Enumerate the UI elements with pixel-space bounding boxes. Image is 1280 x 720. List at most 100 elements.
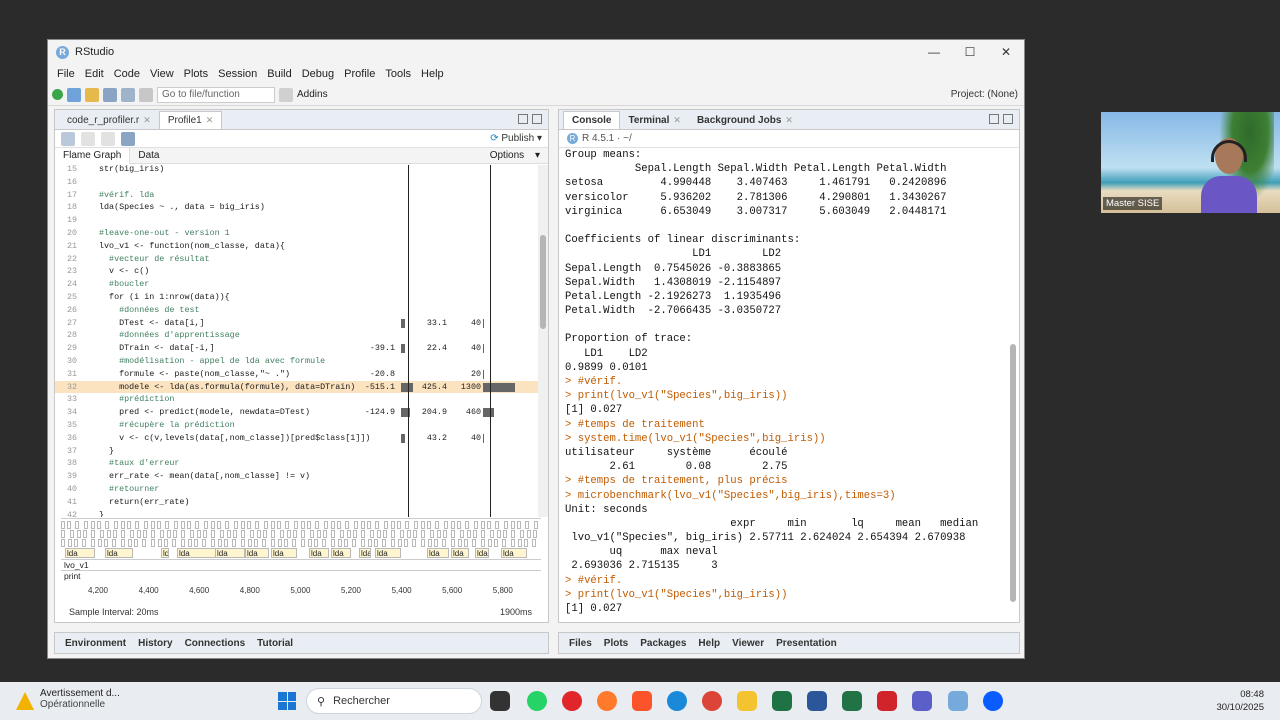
flame-frame[interactable] bbox=[427, 521, 431, 529]
flame-frame[interactable] bbox=[391, 521, 395, 529]
flame-frame[interactable] bbox=[347, 530, 351, 538]
tab-viewer[interactable]: Viewer bbox=[726, 638, 770, 649]
flame-frame[interactable] bbox=[241, 521, 245, 529]
flame-frame[interactable] bbox=[227, 530, 231, 538]
flame-frame[interactable] bbox=[137, 530, 141, 538]
flame-frame[interactable] bbox=[442, 539, 446, 547]
flame-frame[interactable] bbox=[257, 530, 261, 538]
flame-frame[interactable] bbox=[61, 539, 65, 547]
tab-plots[interactable]: Plots bbox=[598, 638, 634, 649]
flame-frame[interactable] bbox=[481, 521, 485, 529]
addins-menu[interactable]: Addins bbox=[297, 89, 328, 100]
flame-frame[interactable] bbox=[280, 530, 284, 538]
flame-frame[interactable] bbox=[114, 521, 118, 529]
flame-frame-lda[interactable]: lda bbox=[451, 548, 469, 558]
flame-frame[interactable] bbox=[310, 530, 314, 538]
console-output[interactable]: Group means: Sepal.Length Sepal.Width Pe… bbox=[565, 148, 1005, 616]
flame-frame[interactable] bbox=[338, 539, 342, 547]
flame-frame[interactable] bbox=[157, 521, 161, 529]
flame-frame[interactable] bbox=[361, 539, 365, 547]
flame-frame[interactable] bbox=[481, 539, 485, 547]
brave-icon[interactable] bbox=[632, 691, 652, 711]
flame-frame[interactable] bbox=[460, 530, 464, 538]
flame-frame[interactable] bbox=[172, 539, 176, 547]
flame-frame[interactable] bbox=[77, 530, 81, 538]
flame-frame[interactable] bbox=[241, 530, 245, 538]
flame-frame[interactable] bbox=[323, 530, 327, 538]
menu-build[interactable]: Build bbox=[262, 68, 296, 80]
flame-frame[interactable] bbox=[414, 521, 418, 529]
flame-frame[interactable] bbox=[151, 530, 155, 538]
flame-frame[interactable] bbox=[518, 539, 522, 547]
flame-frame[interactable] bbox=[413, 530, 417, 538]
flame-frame[interactable] bbox=[534, 521, 538, 529]
close-tab-icon[interactable]: ✕ bbox=[143, 115, 151, 126]
flame-frame[interactable] bbox=[317, 530, 321, 538]
flame-frame[interactable] bbox=[374, 539, 378, 547]
flame-frame[interactable] bbox=[340, 530, 344, 538]
flame-frame[interactable] bbox=[211, 521, 215, 529]
flame-frame[interactable] bbox=[271, 521, 275, 529]
flame-frame[interactable] bbox=[457, 521, 461, 529]
new-file-icon[interactable] bbox=[52, 89, 63, 100]
flame-frame[interactable] bbox=[391, 539, 395, 547]
flame-frame[interactable] bbox=[495, 521, 499, 529]
code-scrollbar[interactable] bbox=[538, 165, 548, 517]
flame-frame[interactable] bbox=[100, 530, 104, 538]
flame-frame[interactable] bbox=[264, 521, 268, 529]
flame-frame[interactable] bbox=[151, 521, 155, 529]
flame-frame[interactable] bbox=[331, 539, 335, 547]
flame-frame[interactable] bbox=[167, 530, 171, 538]
flame-frame[interactable] bbox=[382, 539, 386, 547]
flame-frame[interactable] bbox=[511, 530, 515, 538]
tab-flame-graph[interactable]: Flame Graph bbox=[55, 147, 131, 164]
flame-frame[interactable] bbox=[164, 539, 168, 547]
flame-frame[interactable] bbox=[384, 521, 388, 529]
flame-frame-lvo-v1[interactable]: lvo_v1 bbox=[61, 559, 541, 570]
flame-frame[interactable] bbox=[107, 530, 111, 538]
flame-frame[interactable] bbox=[75, 521, 79, 529]
flame-frame[interactable] bbox=[405, 521, 409, 529]
flame-frame[interactable] bbox=[121, 539, 125, 547]
flame-frame[interactable] bbox=[437, 530, 441, 538]
flame-frame[interactable] bbox=[404, 539, 408, 547]
project-menu[interactable]: Project: (None) bbox=[951, 89, 1018, 100]
print-icon[interactable] bbox=[139, 87, 153, 102]
tab-data[interactable]: Data bbox=[130, 150, 167, 161]
opera-icon[interactable] bbox=[562, 691, 582, 711]
flame-frame[interactable] bbox=[91, 530, 95, 538]
flame-frame[interactable] bbox=[202, 539, 206, 547]
flame-frame[interactable] bbox=[307, 521, 311, 529]
show-in-window-icon[interactable] bbox=[101, 131, 115, 146]
flame-frame[interactable] bbox=[494, 539, 498, 547]
start-button[interactable] bbox=[278, 692, 296, 710]
flame-frame[interactable] bbox=[225, 521, 229, 529]
console-scrollbar[interactable] bbox=[1009, 148, 1017, 618]
menu-code[interactable]: Code bbox=[109, 68, 145, 80]
flame-frame[interactable] bbox=[533, 530, 537, 538]
flame-frame[interactable] bbox=[407, 530, 411, 538]
publish-button[interactable]: ⟳ Publish ▾ bbox=[490, 133, 542, 144]
minimize-pane-icon[interactable] bbox=[518, 114, 528, 124]
flame-frame[interactable] bbox=[255, 521, 259, 529]
flame-frame[interactable] bbox=[292, 539, 296, 547]
flame-frame[interactable] bbox=[412, 539, 416, 547]
flame-frame[interactable] bbox=[458, 539, 462, 547]
close-button[interactable]: ✕ bbox=[988, 45, 1024, 59]
flame-frame[interactable] bbox=[488, 539, 492, 547]
flame-frame[interactable] bbox=[135, 521, 139, 529]
grid-layout-icon[interactable] bbox=[279, 87, 293, 102]
edge-icon[interactable] bbox=[667, 691, 687, 711]
tab-terminal[interactable]: Terminal ✕ bbox=[620, 111, 688, 129]
flame-frame[interactable] bbox=[218, 539, 222, 547]
tab-connections[interactable]: Connections bbox=[179, 638, 252, 649]
maximize-button[interactable]: ☐ bbox=[952, 45, 988, 59]
flame-frame[interactable] bbox=[197, 530, 201, 538]
close-tab-icon[interactable]: ✕ bbox=[673, 115, 681, 126]
flame-frame[interactable] bbox=[370, 530, 374, 538]
close-tab-icon[interactable]: ✕ bbox=[785, 115, 793, 126]
flame-frame[interactable] bbox=[127, 521, 131, 529]
flame-frame[interactable] bbox=[435, 521, 439, 529]
flame-frame[interactable] bbox=[262, 539, 266, 547]
flame-frame[interactable] bbox=[464, 539, 468, 547]
